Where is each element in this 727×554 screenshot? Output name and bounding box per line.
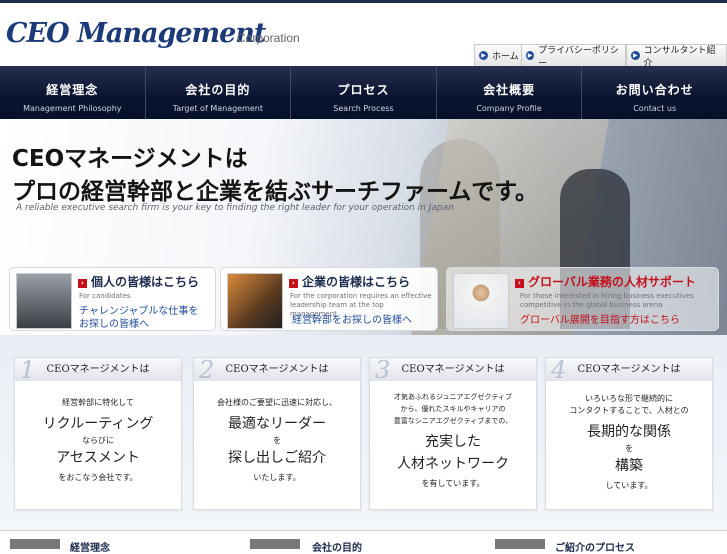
feature-body: 経営幹部に特化して リクルーティング ならびに アセスメント をおこなう会社です… [15, 381, 181, 484]
arrow-right-icon: ▶ [526, 51, 535, 60]
feature-text: を [273, 436, 281, 445]
bottom-links: 経営理念 会社の目的 ご紹介のプロセス [0, 530, 727, 554]
feature-number: 1 [20, 356, 36, 384]
logo-suffix: Corporation [237, 31, 300, 45]
card-corporations[interactable]: › 企業の皆様はこちら For the corporation requires … [220, 267, 438, 331]
nav-item-profile[interactable]: 会社概要 Company Profile [435, 66, 582, 119]
nav-sublabel: Management Philosophy [23, 104, 122, 113]
meeting-room-image [227, 273, 283, 329]
feature-number: 3 [375, 356, 391, 384]
nav-item-target[interactable]: 会社の目的 Target of Management [144, 66, 291, 119]
card-title-text: グローバル業務の人材サポート [528, 275, 696, 289]
link-thumbnail [495, 539, 545, 549]
feature-highlight: 最適なリーダー [228, 416, 326, 432]
chair-image [16, 273, 72, 329]
arrow-right-icon: › [78, 279, 87, 288]
nav-label: プロセス [337, 83, 390, 97]
nav-sublabel: Contact us [633, 104, 677, 113]
util-link-label: コンサルタント紹介 [643, 45, 716, 69]
arrow-right-icon: › [289, 279, 298, 288]
consultant-photo [453, 273, 509, 329]
feature-header: CEOマネージメントは [546, 358, 712, 381]
card-title-text: 企業の皆様はこちら [302, 275, 411, 289]
feature-text: 経営幹部に特化して [62, 398, 134, 407]
nav-sublabel: Target of Management [172, 104, 264, 113]
feature-body: 会社様のご要望に迅速に対応し、 最適なリーダー を 探し出しご紹介 いたします。 [194, 381, 360, 484]
nav-label: お問い合わせ [615, 83, 694, 97]
card-candidates[interactable]: › 個人の皆様はこちら For candidates チャレンジャブルな仕事を お… [9, 267, 216, 331]
card-link[interactable]: グローバル展開を目指す方はこちら [520, 314, 680, 327]
nav-sublabel: Company Profile [476, 104, 542, 113]
card-global[interactable]: › グローバル業務の人材サポート For those interested in … [446, 267, 719, 331]
feature-box-3: 3 CEOマネージメントは 才気あふれるジュニアエグゼクティブ から、優れたスキ… [369, 356, 537, 510]
bottom-link-philosophy[interactable]: 経営理念 [70, 539, 110, 554]
util-link-label: ホーム [492, 52, 519, 62]
main-navigation: 経営理念 Management Philosophy 会社の目的 Target … [0, 66, 727, 119]
feature-text: を有しています。 [421, 479, 485, 488]
feature-header: CEOマネージメントは [15, 358, 181, 381]
feature-text: 豊富なシニアエグゼクティブまでの、 [393, 417, 513, 425]
feature-highlight: 人材ネットワーク [397, 456, 509, 472]
feature-text: 会社様のご要望に迅速に対応し、 [217, 398, 337, 407]
nav-item-philosophy[interactable]: 経営理念 Management Philosophy [0, 66, 145, 119]
feature-text: コンタクトすることで、人材との [569, 406, 689, 415]
feature-highlight: 構築 [615, 458, 643, 474]
arrow-right-icon: ▶ [479, 51, 488, 60]
card-title-text: 個人の皆様はこちら [91, 275, 200, 289]
feature-highlight: 探し出しご紹介 [228, 450, 326, 466]
feature-box-2: 2 CEOマネージメントは 会社様のご要望に迅速に対応し、 最適なリーダー を … [193, 356, 361, 510]
feature-body: 才気あふれるジュニアエグゼクティブ から、優れたスキルやキャリアの 豊富なシニア… [370, 381, 536, 490]
arrow-right-icon: › [515, 279, 524, 288]
feature-text: いたします。 [253, 473, 301, 482]
feature-text: から、優れたスキルやキャリアの [400, 405, 506, 413]
feature-highlight: 長期的な関係 [587, 424, 671, 440]
feature-highlight: 充実した [425, 434, 481, 450]
util-link-consultants[interactable]: ▶ コンサルタント紹介 [626, 44, 727, 69]
feature-header: CEOマネージメントは [370, 358, 536, 381]
nav-item-contact[interactable]: お問い合わせ Contact us [581, 66, 727, 119]
util-link-privacy[interactable]: ▶ プライバシーポリシー [521, 44, 626, 69]
feature-number: 2 [199, 356, 215, 384]
hero-headline: CEOマネージメントは [12, 146, 248, 172]
nav-sublabel: Search Process [333, 104, 394, 113]
feature-number: 4 [551, 356, 567, 384]
nav-label: 経営理念 [46, 83, 99, 97]
bottom-link-process[interactable]: ご紹介のプロセス [555, 539, 635, 554]
card-link[interactable]: チャレンジャブルな仕事を お探しの皆様へ [79, 305, 198, 331]
card-subtitle: For those interested in hiring business … [520, 292, 694, 309]
card-title: › グローバル業務の人材サポート [515, 273, 696, 290]
feature-body: いろいろな形で継続的に コンタクトすることで、人材との 長期的な関係 を 構築 … [546, 381, 712, 492]
feature-text: しています。 [605, 481, 653, 490]
top-border [0, 0, 727, 3]
feature-text: ならびに [82, 436, 114, 445]
link-thumbnail [10, 539, 60, 549]
card-link-line: お探しの皆様へ [79, 319, 149, 330]
feature-highlight: リクルーティング [42, 416, 154, 432]
feature-text: 才気あふれるジュニアエグゼクティブ [393, 393, 513, 401]
company-logo[interactable]: CEO Management [6, 18, 266, 49]
card-subtitle: For candidates [79, 292, 131, 300]
feature-text: を [625, 444, 633, 453]
nav-label: 会社概要 [483, 83, 536, 97]
util-link-label: プライバシーポリシー [538, 45, 619, 69]
feature-text: をおこなう会社です。 [58, 473, 138, 482]
feature-header: CEOマネージメントは [194, 358, 360, 381]
arrow-right-icon: ▶ [631, 51, 640, 60]
link-thumbnail [250, 539, 300, 549]
nav-item-process[interactable]: プロセス Search Process [290, 66, 436, 119]
card-link[interactable]: 経営幹部をお探しの皆様へ [292, 314, 412, 327]
nav-label: 会社の目的 [185, 83, 251, 97]
bottom-link-target[interactable]: 会社の目的 [312, 539, 362, 554]
feature-box-4: 4 CEOマネージメントは いろいろな形で継続的に コンタクトすることで、人材と… [545, 356, 713, 510]
card-title: › 個人の皆様はこちら [78, 273, 199, 290]
hero-headline: プロの経営幹部と企業を結ぶサーチファームです。 [12, 179, 539, 205]
feature-highlight: アセスメント [56, 450, 140, 466]
card-link-line: チャレンジャブルな仕事を [79, 306, 199, 317]
feature-text: いろいろな形で継続的に [585, 394, 673, 403]
hero-tagline: A reliable executive search firm is your… [16, 203, 454, 213]
feature-box-1: 1 CEOマネージメントは 経営幹部に特化して リクルーティング ならびに アセ… [14, 356, 182, 510]
card-title: › 企業の皆様はこちら [289, 273, 410, 290]
